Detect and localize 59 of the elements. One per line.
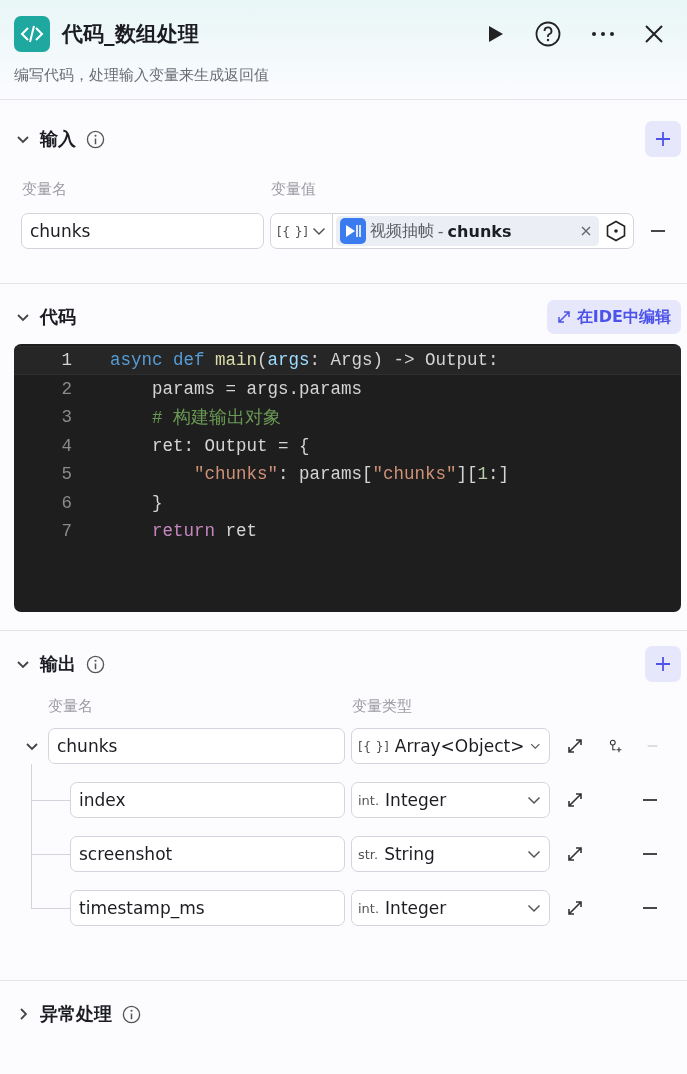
name-field[interactable]: index: [70, 782, 345, 818]
expand-icon: [556, 310, 571, 324]
variable-icon[interactable]: [605, 220, 627, 242]
column-header: 变量类型: [352, 697, 412, 716]
add-button[interactable]: [645, 646, 681, 682]
type-select[interactable]: int. Integer: [351, 782, 550, 818]
line-number: 1: [60, 350, 72, 371]
code-line: return ret: [151, 521, 258, 542]
code-editor[interactable]: 1 async def main(args: Args) -> Output: 2 params = args.params 3 # 构建输出对象 4 ret: Output = { 5 "chunks": params["chunks"][1:] 6 } 7 return ret: [14, 344, 681, 612]
expand-icon[interactable]: [566, 791, 584, 809]
line-number: 2: [60, 378, 72, 399]
node-description: 编写代码，处理输入变量来生成返回值: [14, 66, 270, 85]
node-title: 代码_数组处理: [62, 21, 200, 48]
section-title: 输出: [40, 652, 76, 676]
line-number: 6: [60, 492, 72, 513]
type-select[interactable]: [{ }] Array<Object>: [351, 728, 550, 764]
expand-icon[interactable]: [566, 737, 584, 755]
run-icon[interactable]: [487, 25, 505, 43]
name-field[interactable]: chunks: [48, 728, 345, 764]
column-header: 变量名: [48, 697, 94, 716]
code-line: ret: Output = {: [151, 435, 310, 456]
source-variable: chunks: [447, 221, 512, 241]
add-button[interactable]: [645, 121, 681, 157]
type-select[interactable]: int. Integer: [351, 890, 550, 926]
column-header: 变量名: [22, 180, 68, 199]
name-field[interactable]: timestamp_ms: [70, 890, 345, 926]
code-node-logo-icon: [14, 16, 50, 52]
plus-icon: [655, 656, 671, 672]
value-field[interactable]: [{ }] 视频抽帧 - chunks: [270, 213, 634, 249]
info-icon[interactable]: [86, 129, 105, 149]
section-title: 代码: [40, 305, 76, 329]
section-title: 输入: [40, 127, 76, 151]
plus-icon: [655, 131, 671, 147]
type-select[interactable]: str. String: [351, 836, 550, 872]
section-title: 异常处理: [40, 1002, 112, 1026]
ide-edit-button[interactable]: 在IDE中编辑: [546, 300, 681, 334]
name-field[interactable]: chunks: [21, 213, 264, 249]
expand-icon[interactable]: [566, 899, 584, 917]
code-line: params = args.params: [151, 378, 363, 399]
line-number: 5: [60, 464, 72, 485]
video-node-icon: [339, 218, 366, 244]
code-line: # 构建输出对象: [151, 407, 281, 430]
line-number: 7: [60, 521, 72, 542]
clear-icon[interactable]: [581, 226, 591, 236]
help-icon[interactable]: [535, 21, 561, 47]
column-header: 变量值: [271, 180, 316, 199]
name-field[interactable]: screenshot: [70, 836, 345, 872]
source-node-name: 视频抽帧: [369, 220, 434, 242]
code-line: "chunks": params["chunks"][1:]: [193, 464, 510, 485]
line-number: 4: [60, 435, 72, 456]
code-line: async def main(args: Args) -> Output:: [110, 350, 499, 371]
separator: -: [437, 221, 444, 241]
info-icon[interactable]: [86, 654, 105, 674]
more-icon[interactable]: [591, 31, 615, 37]
line-number: 3: [60, 407, 72, 428]
code-line: }: [151, 492, 163, 513]
close-icon[interactable]: [645, 25, 663, 43]
info-icon[interactable]: [122, 1004, 141, 1024]
expand-icon[interactable]: [566, 845, 584, 863]
